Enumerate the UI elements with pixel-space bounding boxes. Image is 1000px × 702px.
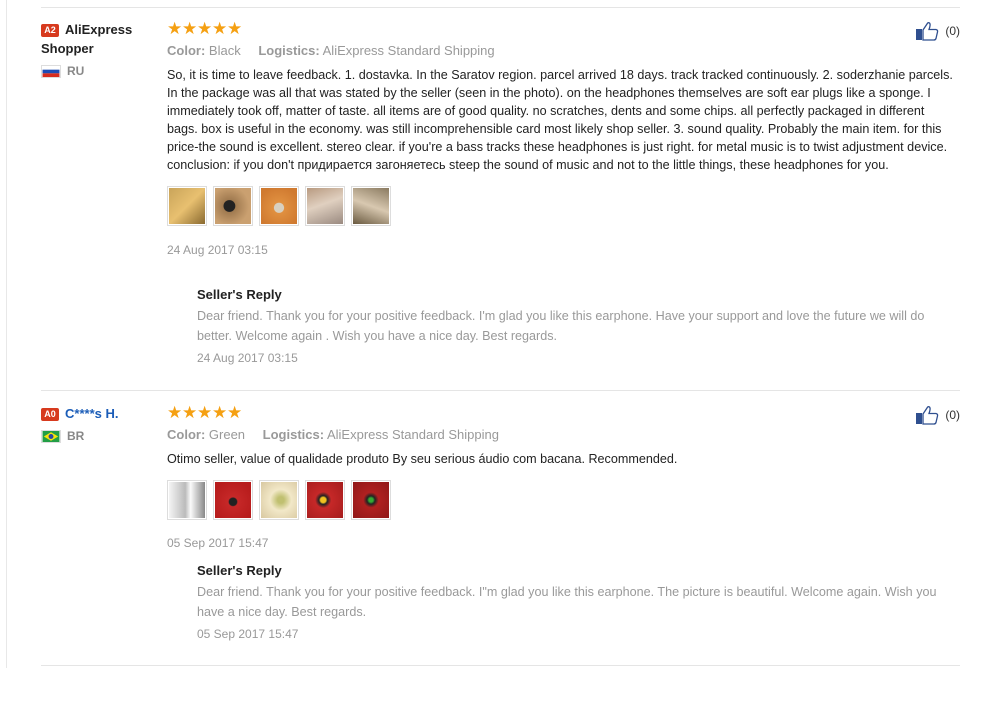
star-icon: ★ <box>227 403 243 422</box>
star-icon: ★ <box>182 403 198 422</box>
star-icon: ★ <box>167 19 183 38</box>
seller-reply: Seller's Reply Dear friend. Thank you fo… <box>197 563 962 641</box>
brazil-flag-icon <box>41 429 61 443</box>
order-attributes: Color: Black Logistics: AliExpress Stand… <box>167 42 960 60</box>
seller-reply-text: Dear friend. Thank you for your positive… <box>197 585 937 619</box>
star-icon: ★ <box>212 403 228 422</box>
star-icon: ★ <box>167 403 183 422</box>
logistics-value: AliExpress Standard Shipping <box>326 427 499 442</box>
review-photos <box>167 186 960 226</box>
color-label: Color: <box>167 43 206 58</box>
country-code: RU <box>67 64 85 78</box>
reviewer-info: A0 C****s H. BR <box>41 404 159 443</box>
review-date: 24 Aug 2017 03:15 <box>167 243 268 257</box>
review-item: A0 C****s H. BR ★★★★★ Color: Green Logist… <box>41 404 960 664</box>
helpful-count: (0) <box>945 24 960 38</box>
star-icon: ★ <box>212 19 228 38</box>
review-date: 05 Sep 2017 15:47 <box>167 536 269 550</box>
review-photo-thumbnail[interactable] <box>259 480 299 520</box>
review-photo-thumbnail[interactable] <box>167 186 207 226</box>
helpful-count: (0) <box>945 408 960 422</box>
divider <box>41 7 960 8</box>
reviewer-name-row: A2 AliExpress Shopper <box>41 20 159 58</box>
color-value: Black <box>208 43 241 58</box>
review-text: Otimo seller, value of qualidade produto… <box>167 452 678 466</box>
thumbs-up-icon <box>916 22 939 41</box>
review-content: ★★★★★ Color: Green Logistics: AliExpress… <box>167 404 960 550</box>
reviewer-name-row: A0 C****s H. <box>41 404 159 423</box>
logistics-label: Logistics: <box>262 427 325 442</box>
reviewer-info: A2 AliExpress Shopper RU <box>41 20 159 78</box>
left-border <box>6 0 7 668</box>
star-icon: ★ <box>227 19 243 38</box>
order-attributes: Color: Green Logistics: AliExpress Stand… <box>167 426 960 444</box>
review-photo-thumbnail[interactable] <box>167 480 207 520</box>
buyer-level-badge: A2 <box>41 24 59 37</box>
star-icon: ★ <box>197 19 213 38</box>
color-label: Color: <box>167 427 206 442</box>
review-photo-thumbnail[interactable] <box>351 480 391 520</box>
review-text: So, it is time to leave feedback. 1. dos… <box>167 68 953 172</box>
seller-reply-date: 05 Sep 2017 15:47 <box>197 627 299 641</box>
star-icon: ★ <box>197 403 213 422</box>
helpful-button[interactable]: (0) <box>915 405 960 425</box>
review-photos <box>167 480 960 520</box>
star-rating: ★★★★★ <box>167 20 960 38</box>
reviewer-name[interactable]: C****s H. <box>65 406 118 421</box>
buyer-level-badge: A0 <box>41 408 59 421</box>
review-photo-thumbnail[interactable] <box>213 480 253 520</box>
star-icon: ★ <box>182 19 198 38</box>
logistics-value: AliExpress Standard Shipping <box>322 43 495 58</box>
divider <box>41 665 960 666</box>
helpful-button[interactable]: (0) <box>915 21 960 41</box>
review-photo-thumbnail[interactable] <box>305 480 345 520</box>
review-photo-thumbnail[interactable] <box>351 186 391 226</box>
review-content: ★★★★★ Color: Black Logistics: AliExpress… <box>167 20 960 257</box>
review-item: A2 AliExpress Shopper RU ★★★★★ Color: Bla… <box>41 20 960 390</box>
logistics-label: Logistics: <box>258 43 320 58</box>
seller-reply-title: Seller's Reply <box>197 287 282 302</box>
reviewer-country: RU <box>41 64 159 78</box>
star-rating: ★★★★★ <box>167 404 960 422</box>
seller-reply-date: 24 Aug 2017 03:15 <box>197 351 298 365</box>
thumbs-up-icon <box>916 406 939 425</box>
seller-reply: Seller's Reply Dear friend. Thank you fo… <box>197 287 962 365</box>
seller-reply-title: Seller's Reply <box>197 563 282 578</box>
review-photo-thumbnail[interactable] <box>259 186 299 226</box>
divider <box>41 390 960 391</box>
reviewer-country: BR <box>41 429 159 443</box>
country-code: BR <box>67 429 85 443</box>
color-value: Green <box>208 427 246 442</box>
review-photo-thumbnail[interactable] <box>213 186 253 226</box>
review-photo-thumbnail[interactable] <box>305 186 345 226</box>
seller-reply-text: Dear friend. Thank you for your positive… <box>197 309 925 343</box>
russia-flag-icon <box>41 64 61 78</box>
